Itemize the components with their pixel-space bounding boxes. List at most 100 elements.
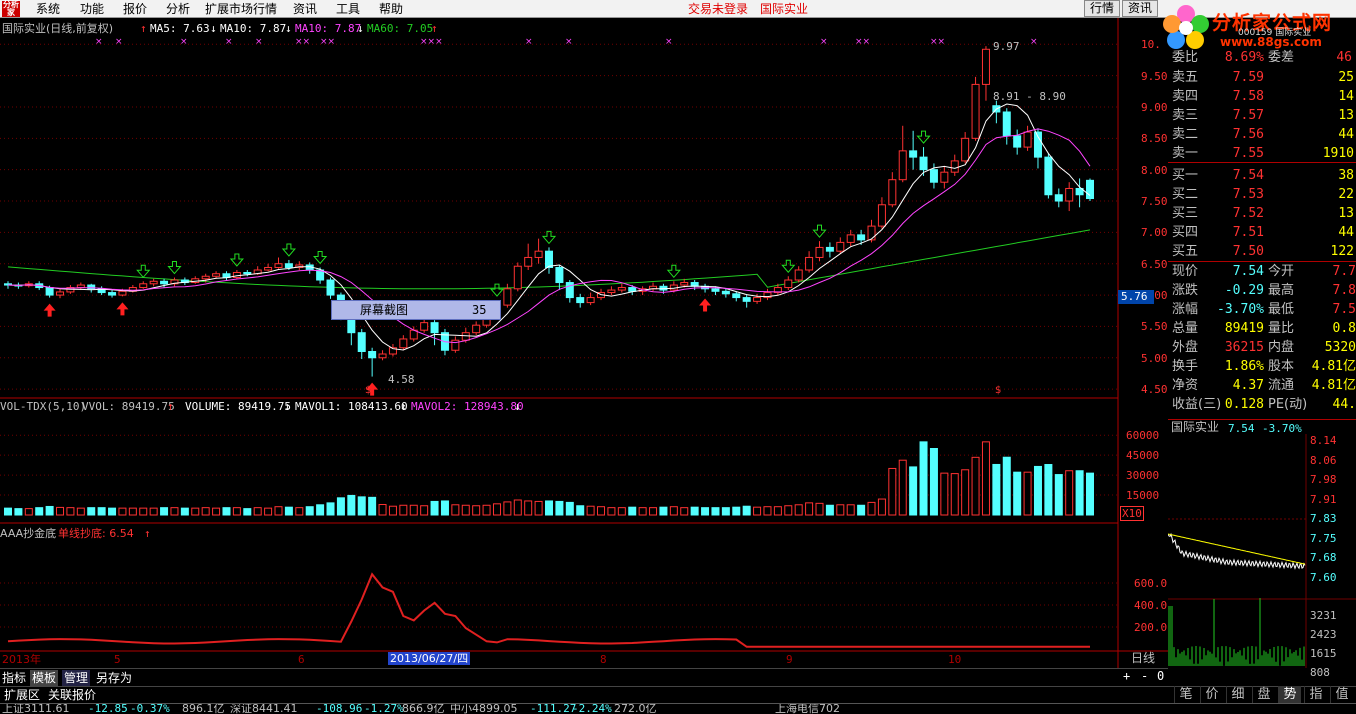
tab-related-quote[interactable]: 关联报价 <box>46 687 98 703</box>
quote-value: 5320 <box>1324 340 1356 355</box>
tab-manage[interactable]: 管理 <box>62 670 91 686</box>
quote-label: 换手 <box>1172 359 1199 374</box>
candle-body <box>846 234 855 243</box>
menu-news[interactable]: 资讯 <box>293 1 317 17</box>
volume-bar <box>284 506 293 516</box>
signal-x-mark: ×× <box>855 37 870 47</box>
zoom-in-button[interactable]: + <box>1123 670 1130 683</box>
menu-quote[interactable]: 报价 <box>123 1 147 17</box>
sell-arrow-icon <box>781 259 796 274</box>
volume-bar <box>1023 471 1032 516</box>
volume-bar <box>201 507 210 516</box>
sell-row: 卖一 7.55 1910 <box>1168 144 1356 163</box>
menu-function[interactable]: 功能 <box>80 1 104 17</box>
mini-axis-tick: 8.14 <box>1310 434 1337 447</box>
candle-body <box>139 283 148 289</box>
volume-bar <box>24 508 33 516</box>
mini-avg-line <box>1168 533 1306 565</box>
volume-bar <box>14 508 23 516</box>
sell-arrow-icon <box>541 230 557 245</box>
right-tab[interactable]: 势 <box>1278 686 1301 703</box>
info-button[interactable]: 资讯 <box>1122 0 1158 17</box>
volume-bar <box>316 504 325 516</box>
tab-save-as[interactable]: 另存为 <box>94 670 134 686</box>
period-label[interactable]: 日线 <box>1131 652 1155 665</box>
quote-value: 4.81亿 <box>1311 359 1356 374</box>
mini-axis-tick: 2423 <box>1310 628 1337 641</box>
indicator-tick: 200.0 <box>1134 621 1168 634</box>
volume-bar <box>243 508 252 516</box>
mini-axis-tick: 7.68 <box>1310 551 1337 564</box>
tab-extension[interactable]: 扩展区 <box>2 687 42 703</box>
price-tick: 7.00 <box>1141 226 1168 240</box>
sell-arrow-icon <box>666 264 681 279</box>
vol-title: VOL-TDX(5,10) <box>0 400 87 413</box>
menu-system[interactable]: 系统 <box>36 1 60 17</box>
signal-x-mark: × <box>525 37 533 47</box>
quote-value: -0.29 <box>1224 283 1264 298</box>
trade-status[interactable]: 交易未登录 <box>688 1 748 17</box>
signal-marks: × × × × × ×× ×× ××× × × × × ×× ×× ×$ $ <box>43 37 1038 396</box>
popup-label: 屏幕截图 <box>360 303 409 317</box>
right-tab[interactable]: 细 <box>1226 686 1249 703</box>
candle-body <box>513 265 522 290</box>
candle-body <box>607 289 616 294</box>
popup-value: 35 <box>472 303 487 317</box>
volume-tick: 45000 <box>1126 449 1160 463</box>
sell-price: 7.57 <box>1232 108 1264 123</box>
right-tab[interactable]: 笔 <box>1174 686 1197 703</box>
candle-body <box>1054 194 1063 202</box>
brand-url[interactable]: www.88gs.com <box>1220 35 1322 49</box>
right-tab[interactable]: 值 <box>1330 686 1353 703</box>
quote-value: 0.8 <box>1332 321 1356 336</box>
zoom-reset-button[interactable]: 0 <box>1157 670 1164 683</box>
volume-bar <box>305 506 314 516</box>
buy-price: 7.52 <box>1232 206 1264 221</box>
menu-analysis[interactable]: 分析 <box>166 1 190 17</box>
sell-row: 卖三 7.57 13 <box>1168 106 1356 125</box>
sell-arrow-icon <box>812 224 827 238</box>
volume-bar <box>274 506 283 516</box>
mini-axis-tick: 7.83 <box>1310 512 1337 525</box>
candle-body <box>981 48 990 85</box>
tab-indicator[interactable]: 指标 <box>0 670 28 686</box>
mini-axis-tick: 7.98 <box>1310 473 1337 486</box>
volume-bar <box>1013 471 1022 516</box>
quote-label: 流通 <box>1268 378 1295 393</box>
candle-body <box>753 297 762 302</box>
candle-body <box>950 160 959 173</box>
menu-extended-market[interactable]: 扩展市场行情 <box>205 1 277 17</box>
screenshot-popup[interactable]: 屏幕截图 35 <box>331 300 501 320</box>
volume-bar <box>534 500 543 516</box>
order-ratio-row: 委比 8.69% 委差 46 <box>1168 48 1356 62</box>
right-tab[interactable]: 盘 <box>1252 686 1275 703</box>
volume-bar <box>909 466 918 516</box>
quote-button[interactable]: 行情 <box>1084 0 1120 17</box>
volume-bar <box>565 501 574 516</box>
candle-body <box>201 275 210 280</box>
buy-label: 买一 <box>1172 168 1199 183</box>
kline-chart[interactable]: × × × × × ×× ×× ××× × × × × ×× ×× ×$ $ <box>0 18 1168 668</box>
right-tab[interactable]: 指 <box>1304 686 1327 703</box>
volume-bar <box>628 506 637 516</box>
up-arrow-icon: ↑ <box>431 22 438 35</box>
volume-bar <box>326 502 335 516</box>
volume-bar <box>295 507 304 516</box>
volume-bar <box>711 507 720 516</box>
candle-body <box>1065 187 1074 202</box>
quote-row: 总量 89419 量比 0.8 <box>1168 319 1356 338</box>
volume-bar <box>409 504 418 516</box>
buy-row: 买二 7.53 22 <box>1168 185 1356 204</box>
volume-bar <box>617 507 626 516</box>
menu-tools[interactable]: 工具 <box>336 1 360 17</box>
zoom-out-button[interactable]: - <box>1141 670 1148 683</box>
quote-value: 7.5 <box>1332 302 1356 317</box>
zx-pct: -2.24% <box>572 703 612 714</box>
candle-body <box>108 292 117 296</box>
date-month-8: 8 <box>600 653 607 666</box>
right-tab[interactable]: 价 <box>1200 686 1223 703</box>
tab-template[interactable]: 模板 <box>30 670 59 686</box>
candle-body <box>274 263 283 268</box>
buy-price: 7.50 <box>1232 244 1264 259</box>
menu-help[interactable]: 帮助 <box>379 1 403 17</box>
